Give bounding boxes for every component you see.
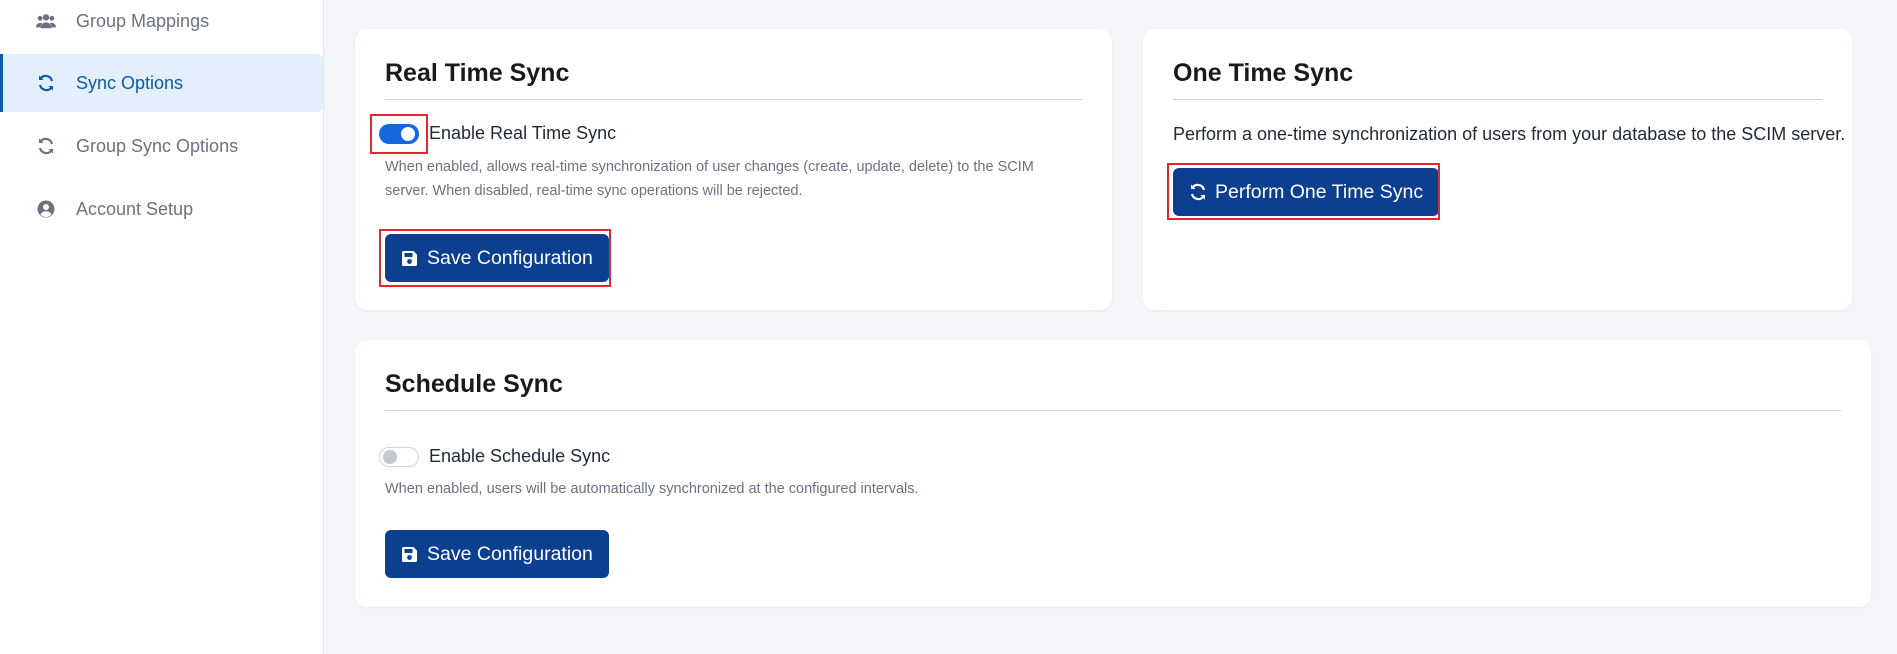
sidebar-item-account-setup[interactable]: Account Setup bbox=[0, 180, 323, 238]
divider bbox=[385, 99, 1082, 100]
help-text: When enabled, allows real-time synchroni… bbox=[385, 155, 1034, 203]
real-time-sync-card: Real Time Sync Enable Real Time Sync Whe… bbox=[355, 29, 1112, 310]
users-icon bbox=[36, 11, 56, 31]
sidebar-item-label: Sync Options bbox=[76, 72, 184, 93]
schedule-sync-card: Schedule Sync Enable Schedule Sync When … bbox=[355, 340, 1871, 607]
sidebar-item-sync-options[interactable]: Sync Options bbox=[0, 54, 323, 112]
sidebar-item-label: Account Setup bbox=[76, 198, 194, 219]
save-configuration-button[interactable]: Save Configuration bbox=[385, 234, 609, 282]
one-time-sync-description: Perform a one-time synchronization of us… bbox=[1173, 124, 1846, 144]
button-label: Save Configuration bbox=[427, 246, 593, 269]
save-icon bbox=[401, 544, 421, 564]
real-time-sync-toggle-row: Enable Real Time Sync bbox=[379, 123, 616, 144]
help-line: server. When disabled, real-time sync op… bbox=[385, 183, 803, 199]
save-configuration-button[interactable]: Save Configuration bbox=[385, 530, 609, 578]
card-title: Schedule Sync bbox=[385, 370, 563, 398]
help-text: When enabled, users will be automaticall… bbox=[385, 481, 919, 497]
card-title: One Time Sync bbox=[1173, 59, 1354, 87]
real-time-sync-toggle[interactable] bbox=[379, 123, 419, 144]
help-line: When enabled, allows real-time synchroni… bbox=[385, 159, 1034, 175]
sidebar-item-label: Group Sync Options bbox=[76, 135, 239, 156]
toggle-label: Enable Real Time Sync bbox=[429, 123, 617, 143]
main-content: Real Time Sync Enable Real Time Sync Whe… bbox=[324, 0, 1897, 654]
sidebar: Group Mappings Sync Options Group Sync O… bbox=[0, 0, 324, 654]
perform-one-time-sync-button[interactable]: Perform One Time Sync bbox=[1173, 168, 1440, 216]
toggle-label: Enable Schedule Sync bbox=[429, 446, 611, 466]
schedule-sync-toggle-row: Enable Schedule Sync bbox=[379, 446, 610, 467]
sync-icon bbox=[36, 73, 56, 93]
button-label: Save Configuration bbox=[427, 542, 593, 565]
button-label: Perform One Time Sync bbox=[1215, 180, 1424, 203]
app-root: Group Mappings Sync Options Group Sync O… bbox=[0, 0, 1897, 654]
sync-icon bbox=[36, 136, 56, 156]
schedule-sync-toggle[interactable] bbox=[379, 446, 419, 467]
save-icon bbox=[401, 248, 421, 268]
divider bbox=[1173, 99, 1822, 100]
sidebar-item-label: Group Mappings bbox=[76, 10, 210, 31]
sidebar-item-group-sync-options[interactable]: Group Sync Options bbox=[0, 117, 323, 175]
sidebar-item-group-mappings[interactable]: Group Mappings bbox=[0, 0, 323, 50]
one-time-sync-card: One Time Sync Perform a one-time synchro… bbox=[1143, 29, 1852, 310]
toggle-knob bbox=[401, 126, 415, 141]
sync-icon bbox=[1189, 182, 1209, 202]
toggle-knob bbox=[383, 449, 397, 464]
divider bbox=[385, 410, 1841, 411]
card-title: Real Time Sync bbox=[385, 59, 570, 87]
user-circle-icon bbox=[36, 199, 56, 219]
